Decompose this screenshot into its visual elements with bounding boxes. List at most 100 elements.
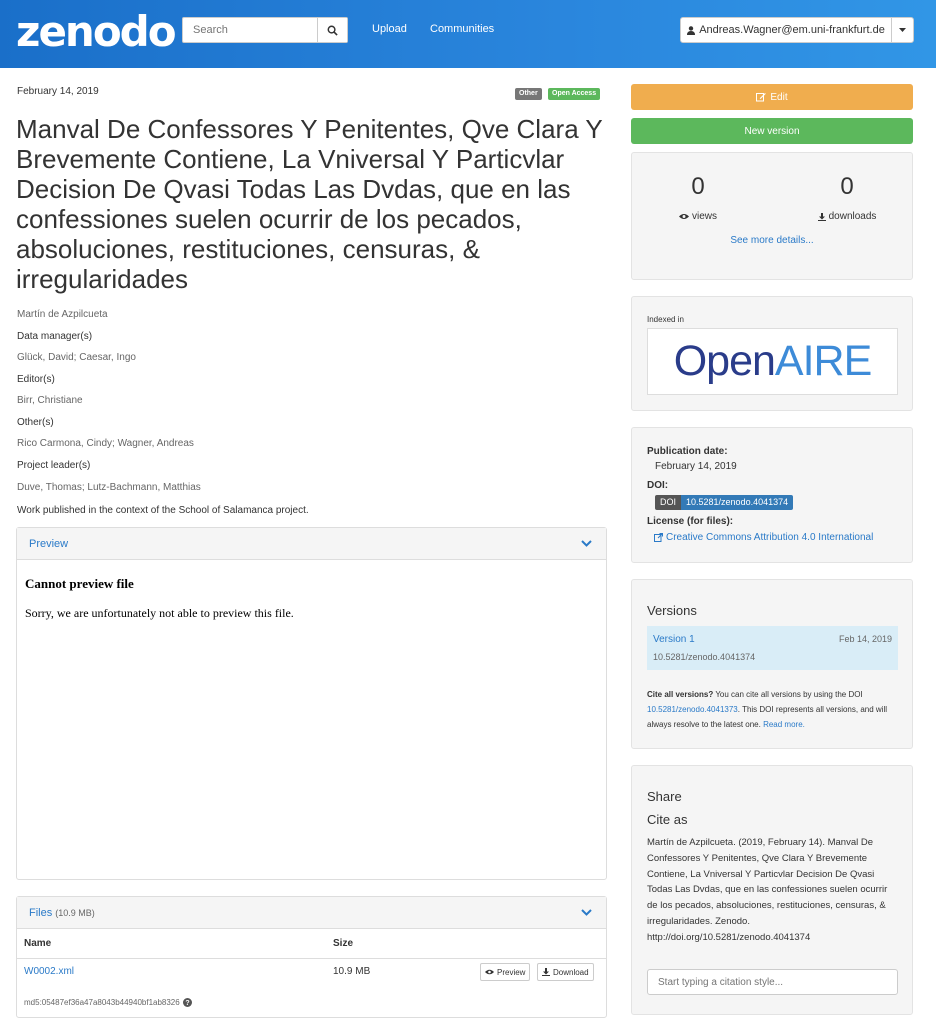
openaire-logo-aire: AIRE — [774, 337, 872, 385]
views-label: views — [691, 211, 717, 222]
preview-button-label: Preview — [497, 967, 526, 977]
views-label-row: views — [648, 211, 748, 222]
caret-down-icon — [899, 28, 906, 32]
cite-all-text: Cite all versions? You can cite all vers… — [647, 687, 901, 732]
chevron-down-icon[interactable] — [581, 909, 592, 916]
cite-all-bold: Cite all versions? — [647, 690, 714, 699]
nav-communities[interactable]: Communities — [430, 23, 494, 35]
role-label: Editor(s) — [17, 374, 55, 385]
citation-style-input[interactable] — [647, 969, 898, 995]
pub-date-label: Publication date: — [647, 446, 728, 457]
download-button-label: Download — [553, 967, 589, 977]
question-circle-icon[interactable]: ? — [182, 998, 192, 1007]
citation-text: Martín de Azpilcueta. (2019, February 14… — [647, 837, 888, 943]
license-label: License (for files): — [647, 516, 734, 527]
eye-icon — [485, 969, 494, 975]
user-menu[interactable]: Andreas.Wagner@em.uni-frankfurt.de — [680, 17, 914, 43]
pub-date-value: February 14, 2019 — [655, 461, 737, 472]
files-col-name: Name — [24, 938, 52, 949]
role-label: Other(s) — [17, 417, 54, 428]
views-count: 0 — [691, 173, 705, 200]
share-title: Share — [647, 789, 682, 804]
downloads-label-row: downloads — [797, 211, 897, 222]
resource-type-badge: Other — [515, 88, 542, 100]
indexed-in-label: Indexed in — [647, 315, 684, 324]
access-badge: Open Access — [548, 88, 601, 100]
file-preview-button[interactable]: Preview — [480, 963, 531, 981]
record-title: Manval De Confessores Y Penitentes, Qve … — [16, 114, 603, 294]
version-doi: 10.5281/zenodo.4041374 — [653, 652, 756, 662]
preview-heading[interactable]: Preview — [29, 538, 68, 550]
versions-title: Versions — [647, 603, 697, 618]
preview-panel-header[interactable]: Preview — [17, 528, 606, 560]
doi-badge-prefix: DOI — [655, 495, 682, 510]
file-size: 10.9 MB — [333, 966, 371, 977]
chevron-down-icon[interactable] — [581, 540, 592, 547]
read-more-link[interactable]: Read more. — [763, 720, 805, 729]
cite-all-doi-link[interactable]: 10.5281/zenodo.4041373 — [647, 705, 738, 714]
files-total-size: (10.9 MB) — [55, 908, 95, 918]
version-date: Feb 14, 2019 — [838, 634, 892, 644]
user-menu-toggle[interactable] — [891, 18, 913, 42]
cite-as-title: Cite as — [647, 812, 688, 827]
doi-label: DOI: — [647, 480, 669, 491]
versions-box: Versions Version 1 Feb 14, 2019 10.5281/… — [631, 579, 913, 749]
eye-icon — [678, 214, 689, 219]
version-item[interactable]: Version 1 Feb 14, 2019 10.5281/zenodo.40… — [647, 626, 898, 670]
edit-icon — [756, 93, 767, 102]
preview-error-title: Cannot preview file — [25, 576, 134, 591]
role-names[interactable]: Rico Carmona, Cindy; Wagner, Andreas — [17, 438, 194, 449]
version-name[interactable]: Version 1 — [653, 634, 695, 645]
files-heading[interactable]: Files — [29, 907, 52, 919]
user-menu-button[interactable]: Andreas.Wagner@em.uni-frankfurt.de — [681, 18, 891, 42]
files-heading-wrap[interactable]: Files (10.9 MB) — [29, 907, 95, 919]
zenodo-logo[interactable]: zenodo — [16, 10, 177, 54]
file-md5: md5:05487ef36a47a8043b44940bf1ab8326 — [24, 998, 180, 1007]
download-icon — [542, 968, 550, 976]
files-panel: Files (10.9 MB) Name Size W0002.xml 10.9… — [16, 896, 607, 1018]
external-link-icon — [654, 533, 663, 542]
openaire-logo[interactable]: Open AIRE — [647, 328, 898, 395]
download-icon — [817, 212, 826, 221]
doi-value: 10.5281/zenodo.4041374 — [681, 495, 794, 510]
search-box — [182, 17, 348, 43]
author[interactable]: Martín de Azpilcueta — [17, 309, 108, 320]
role-label: Project leader(s) — [17, 460, 91, 471]
edit-label: Edit — [770, 91, 788, 103]
see-more-details-link[interactable]: See more details... — [632, 235, 912, 246]
files-panel-header[interactable]: Files (10.9 MB) — [17, 897, 606, 929]
cite-all-text-1: You can cite all versions by using the D… — [713, 690, 863, 699]
nav-upload[interactable]: Upload — [372, 23, 407, 35]
downloads-label: downloads — [828, 211, 877, 222]
file-md5-row: md5:05487ef36a47a8043b44940bf1ab8326 ? — [24, 998, 192, 1007]
search-input[interactable] — [183, 18, 319, 42]
license-value: Creative Commons Attribution 4.0 Interna… — [666, 532, 874, 543]
role-names[interactable]: Glück, David; Caesar, Ingo — [17, 352, 136, 363]
role-names[interactable]: Duve, Thomas; Lutz-Bachmann, Matthias — [17, 482, 201, 493]
svg-text:?: ? — [185, 1000, 189, 1007]
preview-panel: Preview Cannot preview file Sorry, we ar… — [16, 527, 607, 880]
share-box: Share Cite as Martín de Azpilcueta. (201… — [631, 765, 913, 1015]
record-description: Work published in the context of the Sch… — [17, 505, 309, 516]
role-names[interactable]: Birr, Christiane — [17, 395, 83, 406]
file-name-link[interactable]: W0002.xml — [24, 966, 74, 977]
search-icon — [327, 25, 338, 36]
navbar: zenodo Upload Communities Andreas.Wagner… — [0, 0, 936, 68]
downloads-count: 0 — [840, 173, 854, 200]
file-download-button[interactable]: Download — [537, 963, 594, 981]
openaire-logo-open: Open — [673, 337, 776, 385]
edit-button[interactable]: Edit — [631, 84, 913, 110]
divider — [17, 958, 606, 959]
search-button[interactable] — [317, 18, 347, 42]
publication-date: February 14, 2019 — [17, 86, 99, 97]
user-icon — [687, 25, 696, 35]
license-link[interactable]: Creative Commons Attribution 4.0 Interna… — [654, 532, 873, 543]
publication-details-box: Publication date: February 14, 2019 DOI:… — [631, 427, 913, 563]
indexed-box: Indexed in Open AIRE — [631, 296, 913, 411]
new-version-button[interactable]: New version — [631, 118, 913, 144]
stats-box: 0 0 views downloads See more details... — [631, 152, 913, 280]
new-version-label: New version — [744, 125, 800, 137]
role-label: Data manager(s) — [17, 331, 93, 342]
doi-badge[interactable]: DOI 10.5281/zenodo.4041374 — [655, 495, 794, 510]
files-col-size: Size — [333, 938, 354, 949]
